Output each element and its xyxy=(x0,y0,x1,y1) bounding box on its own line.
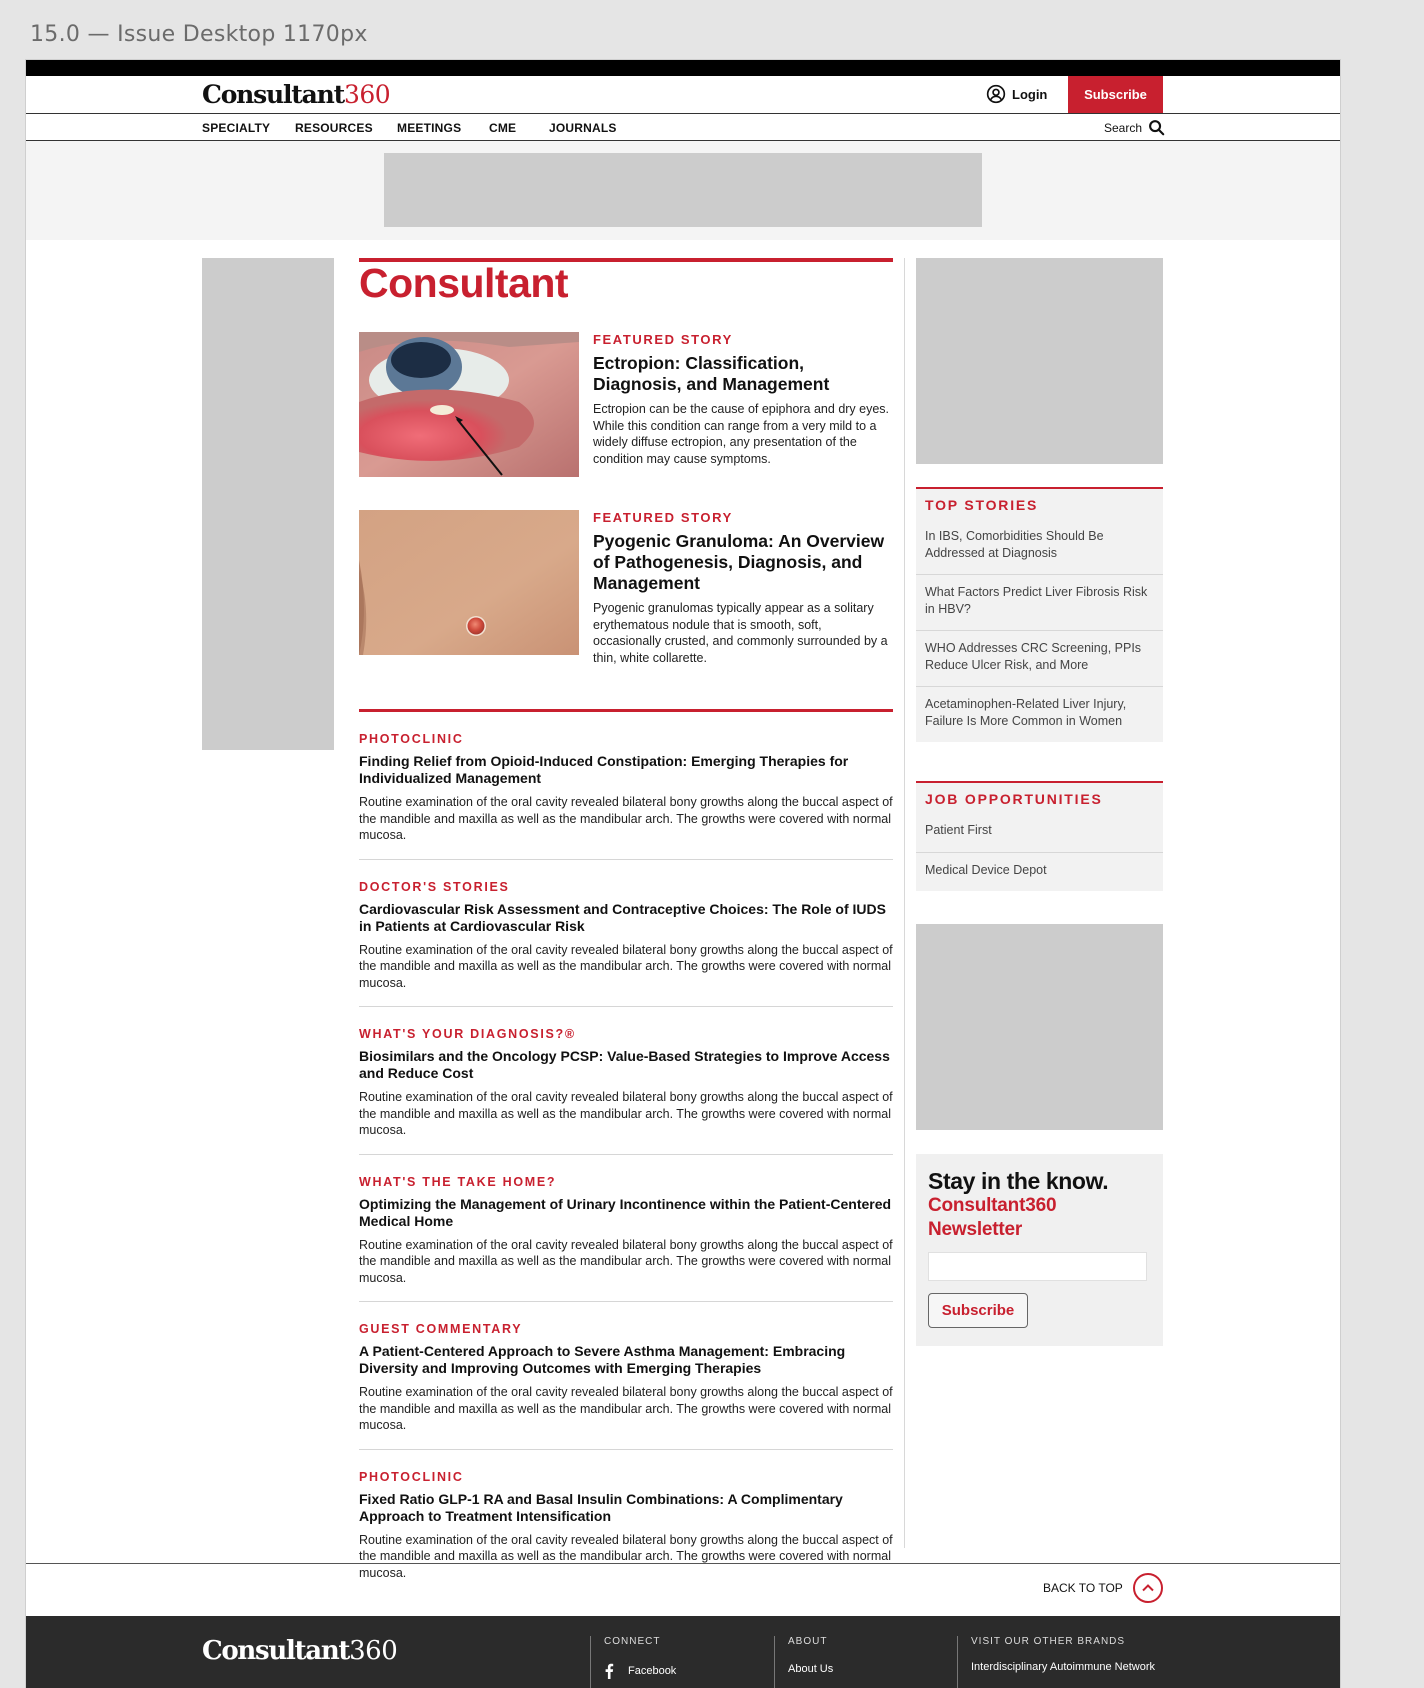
footer-connect-heading: CONNECT xyxy=(604,1636,661,1647)
article-item[interactable]: PHOTOCLINIC Fixed Ratio GLP-1 RA and Bas… xyxy=(359,1450,893,1597)
main-nav: SPECIALTY RESOURCES MEETINGS CME JOURNAL… xyxy=(26,114,1340,141)
featured-kicker: FEATURED STORY xyxy=(593,510,733,525)
subscribe-button[interactable]: Subscribe xyxy=(1068,76,1163,113)
site-footer: Consultant360 CONNECT Facebook ABOUT Abo… xyxy=(26,1616,1340,1688)
job-link[interactable]: Medical Device Depot xyxy=(916,853,1163,892)
article-kicker: DOCTOR'S STORIES xyxy=(359,879,510,894)
sidebar-ad-top xyxy=(916,258,1163,464)
top-story-link[interactable]: What Factors Predict Liver Fibrosis Risk… xyxy=(916,575,1163,631)
journal-title: Consultant xyxy=(359,258,893,304)
job-opportunities-title: JOB OPPORTUNITIES xyxy=(925,791,1103,807)
article-title[interactable]: Optimizing the Management of Urinary Inc… xyxy=(359,1196,893,1230)
featured-story[interactable]: FEATURED STORY Pyogenic Granuloma: An Ov… xyxy=(359,510,893,709)
user-circle-icon xyxy=(986,84,1006,104)
page-artboard: Consultant360 Login Subscribe SPECIALTY … xyxy=(26,60,1340,1688)
footer-brand-link[interactable]: Interdisciplinary Autoimmune Network xyxy=(971,1661,1155,1673)
login-button[interactable]: Login xyxy=(986,84,1047,104)
top-black-bar xyxy=(26,60,1340,76)
featured-title[interactable]: Ectropion: Classification, Diagnosis, an… xyxy=(593,353,893,395)
back-to-top-label: BACK TO TOP xyxy=(1043,1581,1123,1595)
article-title[interactable]: Finding Relief from Opioid-Induced Const… xyxy=(359,753,893,787)
site-header: Consultant360 Login Subscribe xyxy=(26,76,1340,114)
featured-image-granuloma[interactable] xyxy=(359,510,579,655)
search-button[interactable]: Search xyxy=(1104,119,1165,136)
nav-item-cme[interactable]: CME xyxy=(489,121,516,135)
top-stories-title: TOP STORIES xyxy=(925,497,1039,513)
newsletter-email-input[interactable] xyxy=(928,1252,1147,1281)
footer-about-column: ABOUT About Us xyxy=(774,1636,833,1688)
main-column: Consultant FEATURED STORY Ectropion: Cla… xyxy=(359,258,893,1596)
footer-facebook-label: Facebook xyxy=(628,1665,677,1677)
leaderboard-ad-band xyxy=(26,141,1340,240)
article-description: Routine examination of the oral cavity r… xyxy=(359,1385,893,1432)
article-description: Routine examination of the oral cavity r… xyxy=(359,795,893,842)
newsletter-signup: Stay in the know. Consultant360 Newslett… xyxy=(916,1154,1163,1346)
footer-top-rule xyxy=(26,1563,1340,1564)
newsletter-subheading: Consultant360 Newsletter xyxy=(928,1195,1057,1240)
logo-word: Consultant xyxy=(202,80,345,109)
chevron-up-icon xyxy=(1132,1573,1163,1603)
leaderboard-ad-placeholder xyxy=(384,153,982,227)
featured-title[interactable]: Pyogenic Granuloma: An Overview of Patho… xyxy=(593,531,893,594)
frame-label: 15.0 — Issue Desktop 1170px xyxy=(30,22,368,47)
newsletter-subscribe-button[interactable]: Subscribe xyxy=(928,1293,1028,1328)
article-item[interactable]: PHOTOCLINIC Finding Relief from Opioid-I… xyxy=(359,712,893,860)
top-story-link[interactable]: In IBS, Comorbidities Should Be Addresse… xyxy=(916,519,1163,575)
sidebar-ad-middle xyxy=(916,924,1163,1130)
article-title[interactable]: Biosimilars and the Oncology PCSP: Value… xyxy=(359,1048,893,1082)
top-story-link[interactable]: Acetaminophen-Related Liver Injury, Fail… xyxy=(916,687,1163,742)
column-divider xyxy=(904,258,905,1548)
left-skyscraper-ad xyxy=(202,258,334,750)
featured-story-text: FEATURED STORY Pyogenic Granuloma: An Ov… xyxy=(593,510,893,666)
article-item[interactable]: WHAT'S YOUR DIAGNOSIS?® Biosimilars and … xyxy=(359,1007,893,1155)
footer-logo[interactable]: Consultant360 xyxy=(202,1636,398,1666)
job-opportunities-panel: JOB OPPORTUNITIES Patient First Medical … xyxy=(916,781,1163,891)
article-kicker: PHOTOCLINIC xyxy=(359,1469,464,1484)
footer-logo-number: 360 xyxy=(349,1636,398,1666)
newsletter-heading: Stay in the know. xyxy=(928,1168,1109,1194)
footer-brands-column: VISIT OUR OTHER BRANDS Interdisciplinary… xyxy=(957,1636,1155,1688)
footer-logo-word: Consultant xyxy=(202,1636,350,1666)
article-kicker: WHAT'S THE TAKE HOME? xyxy=(359,1174,557,1189)
featured-story-text: FEATURED STORY Ectropion: Classification… xyxy=(593,332,893,467)
nav-item-resources[interactable]: RESOURCES xyxy=(295,121,373,135)
footer-connect-column: CONNECT Facebook xyxy=(590,1636,676,1688)
article-description: Routine examination of the oral cavity r… xyxy=(359,1532,893,1580)
search-icon xyxy=(1149,120,1165,136)
login-label: Login xyxy=(1012,86,1048,102)
article-item[interactable]: GUEST COMMENTARY A Patient-Centered Appr… xyxy=(359,1302,893,1450)
footer-facebook-link[interactable]: Facebook xyxy=(604,1663,676,1679)
nav-item-journals[interactable]: JOURNALS xyxy=(549,121,617,135)
featured-description: Ectropion can be the cause of epiphora a… xyxy=(593,402,890,466)
nav-item-specialty[interactable]: SPECIALTY xyxy=(202,121,270,135)
site-logo[interactable]: Consultant360 xyxy=(202,80,391,109)
facebook-icon xyxy=(605,1663,614,1679)
nav-item-meetings[interactable]: MEETINGS xyxy=(397,121,461,135)
featured-description: Pyogenic granulomas typically appear as … xyxy=(593,601,888,665)
featured-image-ectropion[interactable] xyxy=(359,332,579,477)
article-description: Routine examination of the oral cavity r… xyxy=(359,942,893,990)
article-title[interactable]: A Patient-Centered Approach to Severe As… xyxy=(359,1343,893,1377)
article-item[interactable]: WHAT'S THE TAKE HOME? Optimizing the Man… xyxy=(359,1155,893,1302)
article-kicker: WHAT'S YOUR DIAGNOSIS?® xyxy=(359,1027,576,1041)
footer-about-link[interactable]: About Us xyxy=(788,1663,833,1675)
logo-number: 360 xyxy=(343,80,391,109)
article-item[interactable]: DOCTOR'S STORIES Cardiovascular Risk Ass… xyxy=(359,860,893,1007)
article-kicker: GUEST COMMENTARY xyxy=(359,1322,523,1336)
featured-kicker: FEATURED STORY xyxy=(593,332,733,347)
job-link[interactable]: Patient First xyxy=(916,813,1163,853)
article-description: Routine examination of the oral cavity r… xyxy=(359,1237,893,1285)
back-to-top-button[interactable]: BACK TO TOP xyxy=(1043,1573,1163,1603)
article-title[interactable]: Fixed Ratio GLP-1 RA and Basal Insulin C… xyxy=(359,1491,893,1525)
featured-story[interactable]: FEATURED STORY Ectropion: Classification… xyxy=(359,332,893,510)
top-stories-panel: TOP STORIES In IBS, Comorbidities Should… xyxy=(916,487,1163,742)
article-kicker: PHOTOCLINIC xyxy=(359,732,464,746)
top-story-link[interactable]: WHO Addresses CRC Screening, PPIs Reduce… xyxy=(916,631,1163,687)
search-label: Search xyxy=(1104,120,1143,135)
footer-about-heading: ABOUT xyxy=(788,1636,828,1647)
article-title[interactable]: Cardiovascular Risk Assessment and Contr… xyxy=(359,901,893,935)
footer-brands-heading: VISIT OUR OTHER BRANDS xyxy=(971,1636,1126,1647)
article-description: Routine examination of the oral cavity r… xyxy=(359,1090,893,1137)
